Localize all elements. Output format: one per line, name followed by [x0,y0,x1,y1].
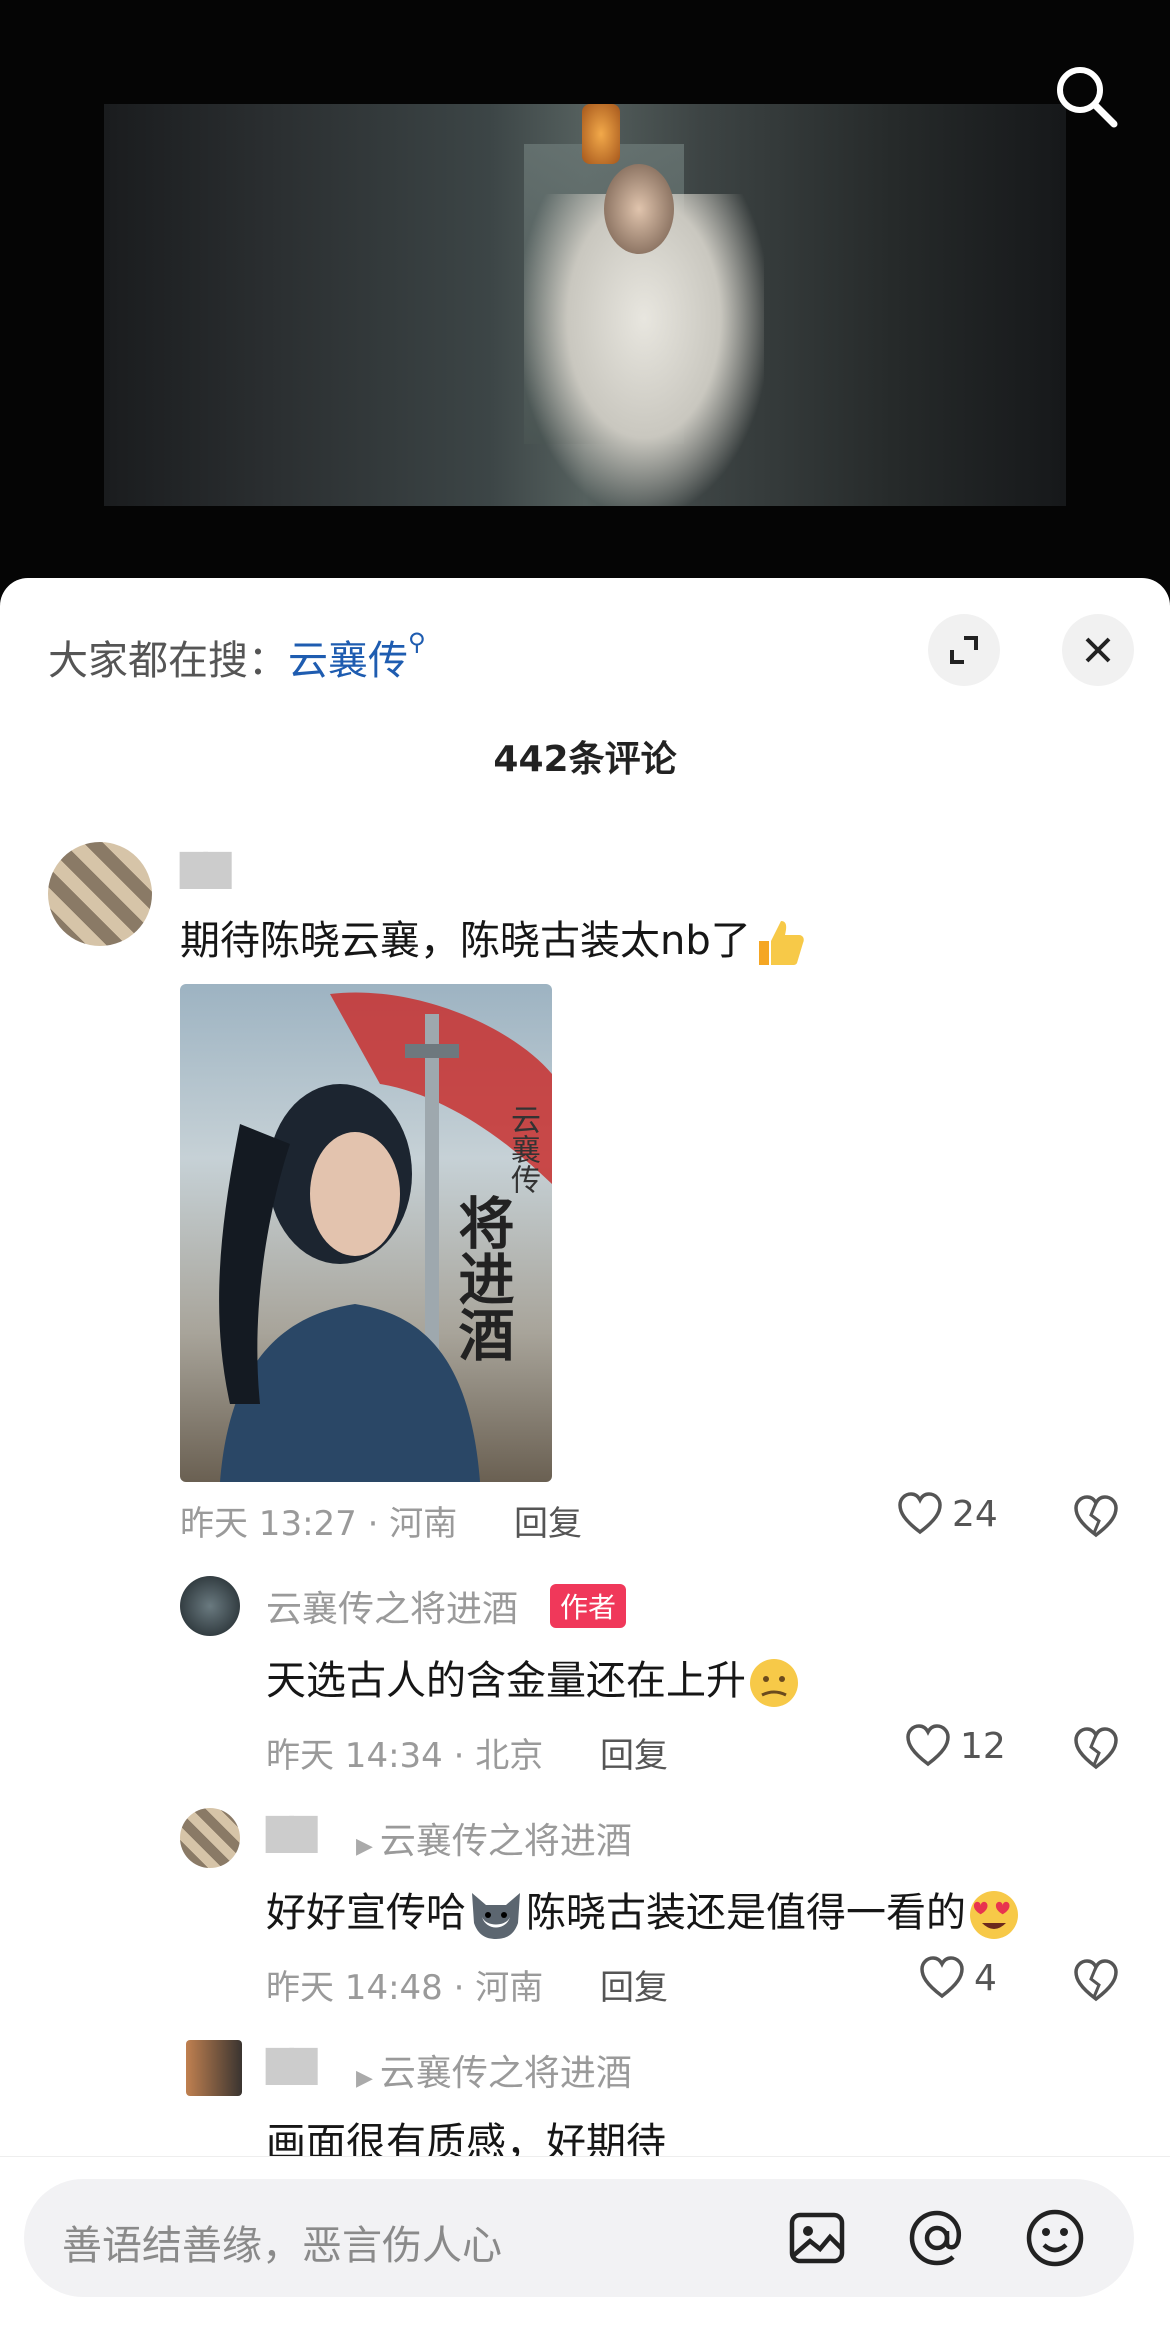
heart-eyes-emoji-icon [970,1891,1018,1939]
video-player[interactable] [0,0,1170,600]
like-button[interactable]: 24 [896,1490,998,1538]
avatar[interactable] [186,2040,242,2096]
trending-search[interactable]: 大家都在搜：云襄传⚲ [48,628,426,686]
small-search-icon: ⚲ [408,628,426,656]
comment-input-placeholder: 善语结善缘，恶言伤人心 [62,2223,502,2269]
heart-icon [898,1492,942,1535]
reply-button[interactable]: 回复 [600,1728,668,1777]
reply-target[interactable]: ▶ 云襄传之将进酒 [356,2044,632,2096]
thumbs-up-icon [758,921,804,965]
comment-username[interactable]: ▇▇ [266,2044,317,2085]
character-head [604,164,674,254]
comment-input-bar: 善语结善缘，恶言伤人心 [0,2156,1170,2349]
expand-icon[interactable] [928,614,1000,686]
like-button[interactable]: 4 [918,1954,997,2002]
husky-emoji-icon [472,1893,520,1939]
comment-input[interactable]: 善语结善缘，恶言伤人心 [24,2179,1134,2297]
avatar[interactable] [180,1808,240,1868]
like-count: 4 [974,1957,997,1999]
comment-sheet: 大家都在搜：云襄传⚲ 442条评论 ▇▇ 期待陈晓云襄，陈晓古装太nb了 云襄传… [0,578,1170,2349]
comment-text: 天选古人的含金量还在上升 [266,1648,802,1711]
comment-username[interactable]: 云襄传之将进酒 [266,1580,518,1632]
heart-icon [920,1956,964,1999]
trending-prefix: 大家都在搜： [48,638,288,684]
avatar[interactable] [48,842,152,946]
comment-meta: 昨天 14:48 · 河南 [266,1968,544,2008]
comment-meta: 昨天 14:34 · 北京 [266,1736,544,1776]
comment-text: 期待陈晓云襄，陈晓古装太nb了 [180,908,807,971]
like-count: 12 [960,1725,1006,1767]
play-arrow-icon: ▶ [356,2066,380,2091]
emoji-icon[interactable] [1024,2207,1086,2269]
comment-meta: 昨天 13:27 · 河南 [180,1504,458,1544]
reply-target[interactable]: ▶ 云襄传之将进酒 [356,1812,632,1864]
broken-heart-icon[interactable] [1072,1725,1120,1777]
author-badge: 作者 [550,1584,627,1628]
comment-username[interactable]: ▇▇ [266,1812,317,1853]
play-arrow-icon: ▶ [356,1834,380,1859]
lantern [582,104,620,164]
reply-button[interactable]: 回复 [514,1496,582,1545]
close-icon[interactable] [1062,614,1134,686]
poster-subtitle: 云襄传 [505,1104,540,1194]
reply-button[interactable]: 回复 [600,1960,668,2009]
avatar[interactable] [180,1576,240,1636]
broken-heart-icon[interactable] [1072,1957,1120,2009]
poster-title: 将进酒 [449,1194,515,1362]
heart-icon [906,1724,950,1767]
trending-keyword[interactable]: 云襄传 [288,638,408,684]
comment-username[interactable]: ▇▇ [180,848,231,889]
comment-text: 好好宣传哈 陈晓古装还是值得一看的 [266,1880,1022,1943]
like-button[interactable]: 12 [904,1722,1006,1770]
poster-image[interactable]: 云襄传 将进酒 [180,984,552,1482]
comment-count: 442条评论 [493,739,677,780]
like-count: 24 [952,1493,998,1535]
image-icon[interactable] [786,2207,848,2269]
video-frame[interactable] [104,104,1066,506]
broken-heart-icon[interactable] [1072,1493,1120,1545]
search-icon[interactable] [1050,60,1120,130]
thinking-face-icon [750,1659,798,1707]
at-icon[interactable] [906,2207,968,2269]
